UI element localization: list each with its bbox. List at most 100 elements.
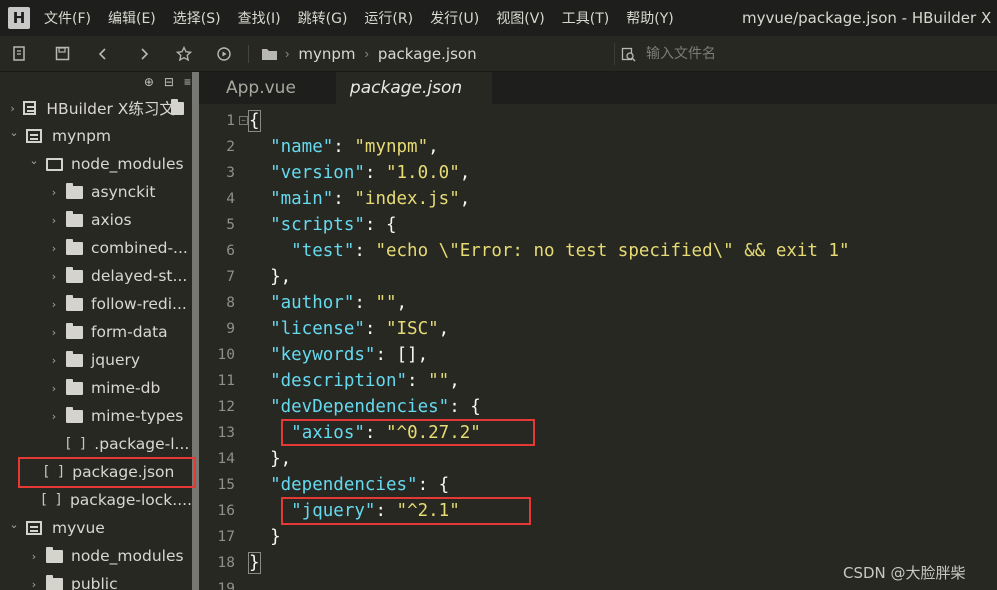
tree-item[interactable]: ⌄ myvue bbox=[0, 514, 192, 542]
star-icon[interactable] bbox=[174, 44, 194, 64]
json-punctuation: : bbox=[407, 371, 429, 391]
tree-item[interactable]: › public bbox=[0, 570, 192, 590]
folder-icon bbox=[66, 266, 83, 283]
chevron-down-icon[interactable]: ⌄ bbox=[8, 518, 20, 531]
tree-item[interactable]: › HBuilder X练习文 bbox=[0, 94, 192, 122]
menu-item[interactable]: 发行(U) bbox=[430, 8, 479, 28]
breadcrumb-file[interactable]: package.json bbox=[378, 45, 477, 63]
tree-item[interactable]: › combined-... bbox=[0, 234, 192, 262]
chevron-right-icon[interactable]: › bbox=[28, 578, 40, 590]
tree-item[interactable]: › mime-types bbox=[0, 402, 192, 430]
menu-items: 文件(F) 编辑(E) 选择(S) 查找(I) 跳转(G) 运行(R) 发行(U) 视图(V)… bbox=[44, 8, 691, 28]
menu-item[interactable]: 运行(R) bbox=[364, 8, 413, 28]
tree-item[interactable]: › mime-db bbox=[0, 374, 192, 402]
menu-item[interactable]: 查找(I) bbox=[238, 8, 281, 28]
sidebar-scrollbar-thumb[interactable] bbox=[192, 72, 199, 590]
tree-item-label: node_modules bbox=[71, 155, 184, 173]
chevron-right-icon[interactable]: › bbox=[48, 242, 60, 255]
chevron-down-icon[interactable]: ⌄ bbox=[8, 126, 20, 139]
menu-item[interactable]: 选择(S) bbox=[173, 8, 221, 28]
line-number: 6 bbox=[226, 243, 235, 259]
chevron-right-icon[interactable]: › bbox=[48, 270, 60, 283]
json-punctuation: , bbox=[438, 319, 450, 339]
tree-item[interactable]: › form-data bbox=[0, 318, 192, 346]
json-string: "mynpm" bbox=[354, 137, 429, 157]
tree-item-label: form-data bbox=[91, 323, 168, 341]
json-string: "" bbox=[428, 371, 450, 391]
menu-item[interactable]: 编辑(E) bbox=[108, 8, 156, 28]
line-number: 18 bbox=[217, 555, 235, 571]
sidebar-scrollbar[interactable] bbox=[192, 72, 199, 590]
chevron-right-icon[interactable]: › bbox=[8, 102, 17, 115]
chevron-right-icon[interactable]: › bbox=[48, 214, 60, 227]
folder-icon bbox=[66, 294, 83, 311]
line-number: 15 bbox=[217, 477, 235, 493]
breadcrumb-project[interactable]: mynpm bbox=[298, 45, 355, 63]
locate-icon[interactable]: ⊕ bbox=[144, 75, 154, 89]
tree-item[interactable]: › follow-redi... bbox=[0, 290, 192, 318]
line-number: 9 bbox=[226, 321, 235, 337]
tree-item[interactable]: › axios bbox=[0, 206, 192, 234]
chevron-right-icon[interactable]: › bbox=[48, 326, 60, 339]
line-number: 5 bbox=[226, 217, 235, 233]
tab-app-vue[interactable]: App.vue bbox=[199, 72, 336, 104]
json-punctuation: } bbox=[249, 527, 281, 547]
file-search-box bbox=[614, 43, 997, 65]
tab-package-json[interactable]: package.json bbox=[335, 72, 493, 104]
json-punctuation: : { bbox=[417, 475, 450, 495]
tree-item-label: mynpm bbox=[52, 127, 112, 145]
menu-item[interactable]: 工具(T) bbox=[562, 8, 609, 28]
menu-item[interactable]: 文件(F) bbox=[44, 8, 91, 28]
fold-toggle-icon[interactable]: − bbox=[239, 116, 248, 125]
code-line: "license": "ISC", bbox=[249, 316, 850, 342]
chevron-right-icon[interactable]: › bbox=[48, 382, 60, 395]
code-editor[interactable]: 1 2 3 4 5 6 7 8 9 10 11 12 13 14 15 16 17 18 19 − { "name"… bbox=[199, 104, 997, 590]
json-punctuation bbox=[249, 137, 270, 157]
line-number: 10 bbox=[217, 347, 235, 363]
chevron-right-icon[interactable]: › bbox=[48, 410, 60, 423]
run-icon[interactable] bbox=[214, 44, 234, 64]
code-line: { bbox=[248, 108, 850, 134]
code-line: "dependencies": { bbox=[249, 472, 850, 498]
chevron-right-icon: › bbox=[364, 46, 369, 61]
chevron-right-icon[interactable]: › bbox=[48, 186, 60, 199]
code-line: "devDependencies": { bbox=[249, 394, 850, 420]
line-number: 2 bbox=[226, 139, 235, 155]
chevron-right-icon[interactable]: › bbox=[28, 550, 40, 563]
chevron-right-icon[interactable]: › bbox=[48, 354, 60, 367]
json-punctuation: , bbox=[459, 189, 471, 209]
project-icon bbox=[26, 129, 42, 143]
back-icon[interactable] bbox=[93, 44, 113, 64]
collapse-all-icon[interactable]: ⊟ bbox=[164, 75, 174, 89]
chevron-down-icon[interactable]: ⌄ bbox=[28, 154, 40, 167]
tree-item[interactable]: ⌄ node_modules bbox=[0, 150, 192, 178]
json-string: "ISC" bbox=[385, 319, 439, 339]
project-icon bbox=[26, 521, 42, 535]
menu-item[interactable]: 帮助(Y) bbox=[626, 8, 673, 28]
tree-item[interactable]: › delayed-st... bbox=[0, 262, 192, 290]
line-number: 11 bbox=[217, 373, 235, 389]
tree-item[interactable]: [ ] .package-l... bbox=[0, 430, 192, 458]
chevron-right-icon[interactable]: › bbox=[48, 298, 60, 311]
project-tree: › HBuilder X练习文 ⌄ mynpm ⌄ node_modules › asynck… bbox=[0, 94, 192, 590]
menu-item[interactable]: 跳转(G) bbox=[298, 8, 348, 28]
json-key: "name" bbox=[270, 137, 334, 157]
json-key: "version" bbox=[270, 163, 365, 183]
json-key: "scripts" bbox=[270, 215, 365, 235]
tree-item[interactable]: › node_modules bbox=[0, 542, 192, 570]
menu-icon[interactable]: ≡ bbox=[184, 75, 191, 89]
line-number: 12 bbox=[217, 399, 235, 415]
forward-icon[interactable] bbox=[134, 44, 154, 64]
tree-item[interactable]: › jquery bbox=[0, 346, 192, 374]
tree-item[interactable]: › asynckit bbox=[0, 178, 192, 206]
save-icon[interactable] bbox=[52, 44, 72, 64]
new-file-icon[interactable] bbox=[10, 44, 30, 64]
menu-item[interactable]: 视图(V) bbox=[496, 8, 545, 28]
json-punctuation: : { bbox=[364, 215, 397, 235]
tree-item-label: .package-l... bbox=[94, 435, 190, 453]
tree-item[interactable]: [ ] package-lock.... bbox=[0, 486, 192, 514]
tree-item[interactable]: ⌄ mynpm bbox=[0, 122, 192, 150]
line-number: 19 bbox=[217, 581, 235, 590]
file-search-input[interactable] bbox=[646, 46, 946, 62]
